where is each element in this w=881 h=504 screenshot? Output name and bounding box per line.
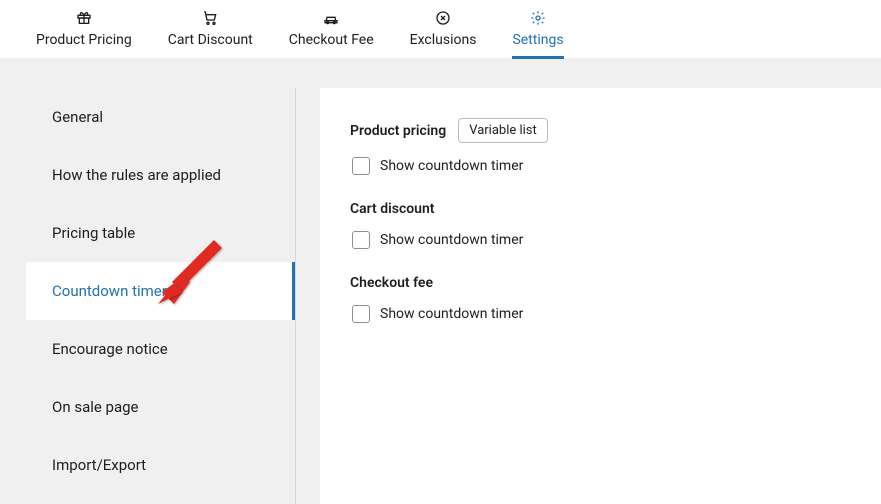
checkbox-row-cart-discount[interactable]: Show countdown timer <box>350 231 851 249</box>
sidebar-item-countdown-timer[interactable]: Countdown timer <box>26 262 295 320</box>
checkbox-show-countdown-checkout[interactable] <box>352 305 370 323</box>
sidebar-item-encourage-notice[interactable]: Encourage notice <box>26 320 295 378</box>
top-tabs: Product Pricing Cart Discount Checkout F… <box>0 0 881 58</box>
page-body: General How the rules are applied Pricin… <box>0 58 881 504</box>
sidebar-item-general[interactable]: General <box>26 88 295 146</box>
sidebar-item-how-rules[interactable]: How the rules are applied <box>26 146 295 204</box>
car-icon <box>323 10 339 26</box>
cart-icon <box>202 10 218 26</box>
tab-checkout-fee[interactable]: Checkout Fee <box>271 2 392 58</box>
sidebar-item-pricing-table[interactable]: Pricing table <box>26 204 295 262</box>
tab-cart-discount[interactable]: Cart Discount <box>150 2 271 58</box>
circle-x-icon <box>435 10 451 26</box>
section-title-checkout-fee: Checkout fee <box>350 275 433 291</box>
tab-label: Cart Discount <box>168 32 253 48</box>
section-title-cart-discount: Cart discount <box>350 201 435 217</box>
checkbox-label: Show countdown timer <box>380 306 523 322</box>
variable-list-selector[interactable]: Variable list <box>458 118 548 143</box>
checkbox-row-product-pricing[interactable]: Show countdown timer <box>350 157 851 175</box>
tab-label: Settings <box>512 32 563 48</box>
checkbox-row-checkout-fee[interactable]: Show countdown timer <box>350 305 851 323</box>
section-title-product-pricing: Product pricing <box>350 123 446 139</box>
tab-exclusions[interactable]: Exclusions <box>392 2 495 58</box>
settings-content: Product pricing Variable list Show count… <box>320 88 881 504</box>
tab-settings[interactable]: Settings <box>494 2 581 58</box>
section-checkout-fee-header: Checkout fee <box>350 275 851 291</box>
tab-label: Checkout Fee <box>289 32 374 48</box>
gift-icon <box>76 10 92 26</box>
tab-label: Exclusions <box>410 32 477 48</box>
section-cart-discount-header: Cart discount <box>350 201 851 217</box>
checkbox-label: Show countdown timer <box>380 232 523 248</box>
section-product-pricing-header: Product pricing Variable list <box>350 118 851 143</box>
gear-icon <box>530 10 546 26</box>
checkbox-show-countdown-product[interactable] <box>352 157 370 175</box>
checkbox-label: Show countdown timer <box>380 158 523 174</box>
tab-label: Product Pricing <box>36 32 132 48</box>
sidebar-item-on-sale-page[interactable]: On sale page <box>26 378 295 436</box>
tab-product-pricing[interactable]: Product Pricing <box>18 2 150 58</box>
settings-sidebar: General How the rules are applied Pricin… <box>26 88 296 504</box>
sidebar-item-import-export[interactable]: Import/Export <box>26 436 295 494</box>
checkbox-show-countdown-cart[interactable] <box>352 231 370 249</box>
